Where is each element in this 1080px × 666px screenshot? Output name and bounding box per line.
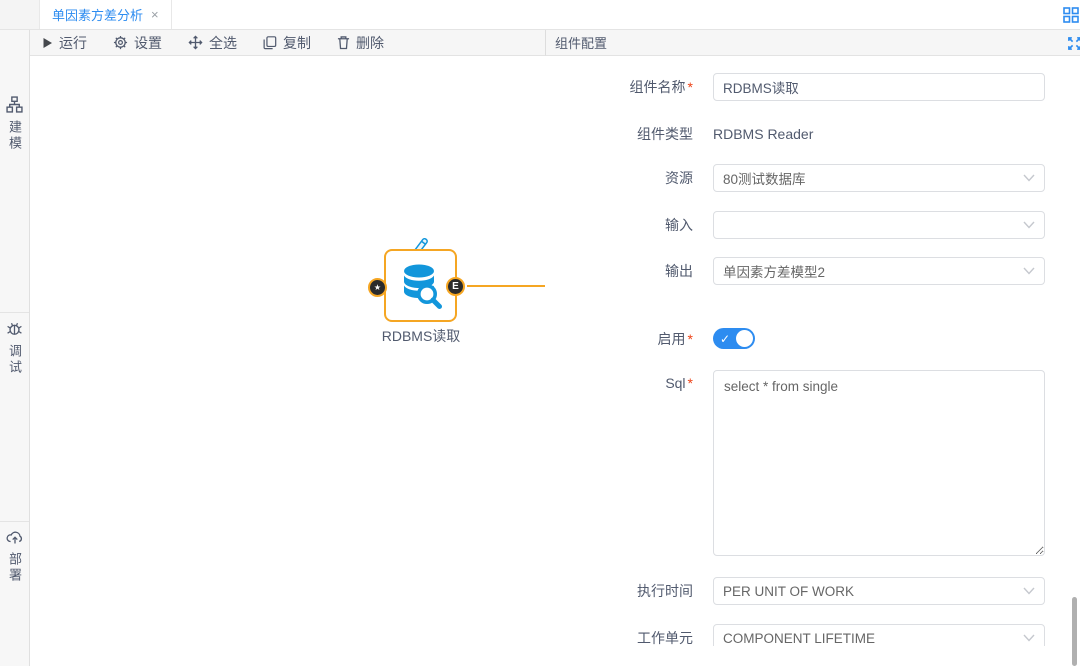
enabled-toggle[interactable]: ✓: [713, 328, 755, 349]
chevron-down-icon: [1023, 267, 1035, 275]
input-select[interactable]: [713, 211, 1045, 239]
sql-textarea[interactable]: select * from single: [713, 370, 1045, 556]
play-icon: [42, 37, 53, 49]
field-label: 资源: [545, 168, 693, 188]
component-name-input[interactable]: [713, 73, 1045, 101]
resource-select[interactable]: 80测试数据库: [713, 164, 1045, 192]
chevron-down-icon: [1023, 634, 1035, 642]
settings-button[interactable]: 设置: [113, 33, 162, 53]
run-button[interactable]: 运行: [42, 33, 87, 53]
field-label: Sql*: [545, 370, 693, 391]
field-label: 输出: [545, 261, 693, 281]
select-all-label: 全选: [209, 33, 237, 53]
tab-bar-spacer: [172, 0, 1063, 29]
sidebar-item-debug[interactable]: 调试: [0, 320, 34, 376]
workflow-canvas[interactable]: ★ E RDBMS读取: [30, 56, 545, 666]
move-cross-icon: [188, 35, 203, 50]
vertical-scrollbar[interactable]: [1072, 597, 1077, 666]
output-select-value: 单因素方差模型2: [723, 261, 825, 281]
field-row-work-unit: 工作单元 COMPONENT LIFETIME: [545, 624, 1080, 646]
required-mark: *: [688, 375, 693, 391]
connector-edge[interactable]: [467, 285, 545, 287]
node-label: RDBMS读取: [346, 326, 496, 346]
copy-button[interactable]: 复制: [263, 33, 311, 53]
expand-icon[interactable]: [1067, 36, 1080, 51]
work-unit-select-value: COMPONENT LIFETIME: [723, 631, 875, 646]
bug-icon: [6, 320, 23, 337]
sidebar-item-label: 部署: [5, 552, 24, 584]
panel-header: 组件配置: [545, 30, 1080, 56]
sidebar-item-label: 建模: [5, 120, 24, 152]
select-all-button[interactable]: 全选: [188, 33, 237, 53]
close-icon[interactable]: ×: [151, 8, 159, 21]
hierarchy-icon: [6, 96, 23, 113]
run-label: 运行: [59, 33, 87, 53]
input-port[interactable]: ★: [368, 278, 387, 297]
star-icon: ★: [374, 283, 381, 292]
chevron-down-icon: [1023, 587, 1035, 595]
field-row-type: 组件类型 RDBMS Reader: [545, 124, 1080, 144]
delete-label: 删除: [356, 33, 384, 53]
tab-bar: 单因素方差分析 ×: [0, 0, 1080, 30]
field-row-name: 组件名称*: [545, 73, 1080, 101]
field-label: 输入: [545, 215, 693, 235]
field-row-exec-time: 执行时间 PER UNIT OF WORK: [545, 577, 1080, 605]
sidebar-item-modeling[interactable]: 建模: [0, 96, 34, 152]
component-config-panel: 组件名称* 组件类型 RDBMS Reader 资源 80测试数据库 输入: [545, 56, 1080, 646]
tab-bar-corner: [0, 0, 40, 29]
database-search-icon: [398, 262, 444, 310]
second-row: 运行 设置 全选: [0, 30, 1080, 56]
output-port[interactable]: E: [446, 277, 465, 296]
canvas-toolbar: 运行 设置 全选: [30, 30, 545, 56]
grid-layout-icon[interactable]: [1063, 0, 1080, 29]
sidebar-section-modeling: 建模: [0, 30, 29, 313]
required-mark: *: [688, 331, 693, 347]
copy-icon: [263, 35, 277, 50]
chevron-down-icon: [1023, 174, 1035, 182]
sidebar-item-label: 调试: [5, 344, 24, 376]
sidebar-section-deploy: 部署: [0, 522, 29, 666]
sidebar-section-debug: 调试: [0, 313, 29, 522]
output-port-label: E: [452, 281, 459, 292]
chevron-down-icon: [1023, 221, 1035, 229]
field-row-resource: 资源 80测试数据库: [545, 164, 1080, 192]
work-unit-select[interactable]: COMPONENT LIFETIME: [713, 624, 1045, 646]
resource-select-value: 80测试数据库: [723, 168, 806, 188]
field-label: 执行时间: [545, 581, 693, 601]
exec-time-select-value: PER UNIT OF WORK: [723, 584, 854, 599]
delete-button[interactable]: 删除: [337, 33, 384, 53]
field-row-input: 输入: [545, 211, 1080, 239]
field-label: 组件名称*: [545, 77, 693, 97]
copy-label: 复制: [283, 33, 311, 53]
field-row-output: 输出 单因素方差模型2: [545, 257, 1080, 285]
required-mark: *: [688, 79, 693, 95]
tab-anova[interactable]: 单因素方差分析 ×: [40, 0, 172, 29]
field-label: 工作单元: [545, 628, 693, 646]
field-row-sql: Sql* select * from single: [545, 370, 1080, 556]
panel-title: 组件配置: [555, 33, 607, 52]
output-select[interactable]: 单因素方差模型2: [713, 257, 1045, 285]
exec-time-select[interactable]: PER UNIT OF WORK: [713, 577, 1045, 605]
toggle-knob: [736, 330, 753, 347]
sidebar-item-deploy[interactable]: 部署: [5, 529, 24, 584]
trash-icon: [337, 35, 350, 50]
settings-label: 设置: [134, 33, 162, 53]
component-type-value: RDBMS Reader: [713, 126, 813, 142]
app-window: 单因素方差分析 × 运行: [0, 0, 1080, 666]
left-sidebar: 建模 调试: [0, 30, 30, 666]
field-row-enabled: 启用* ✓: [545, 328, 1080, 349]
cloud-upload-icon: [6, 529, 24, 545]
check-icon: ✓: [720, 332, 730, 346]
field-label: 启用*: [545, 329, 693, 349]
gear-icon: [113, 35, 128, 50]
field-label: 组件类型: [545, 124, 693, 144]
tab-label: 单因素方差分析: [52, 5, 143, 24]
